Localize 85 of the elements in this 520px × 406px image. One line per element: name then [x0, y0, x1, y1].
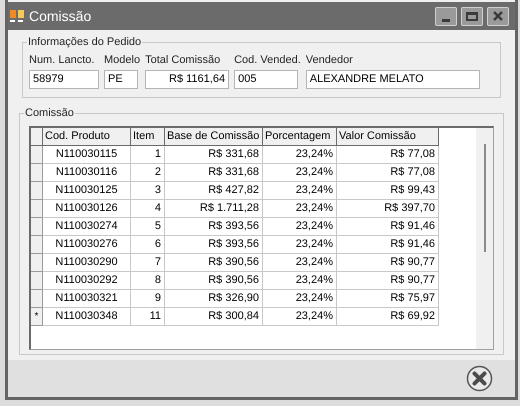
- table-cell: 6: [131, 236, 165, 254]
- window-title: Comissão: [29, 6, 92, 26]
- column-header[interactable]: Valor Comissão: [337, 128, 439, 146]
- table-cell: 23,24%: [263, 182, 337, 200]
- text-field[interactable]: R$ 1161,64: [145, 70, 230, 89]
- table-cell: 23,24%: [263, 254, 337, 272]
- row-indicator[interactable]: [31, 218, 43, 236]
- field-label: Total Comissão: [145, 53, 222, 67]
- table-cell: N110030321: [43, 290, 131, 308]
- table-cell: R$ 77,08: [337, 164, 439, 182]
- column-header[interactable]: Cod. Produto: [43, 128, 131, 146]
- row-indicator[interactable]: [31, 272, 43, 290]
- table-cell: 23,24%: [263, 218, 337, 236]
- table-cell: R$ 75,97: [337, 290, 439, 308]
- table-cell: 23,24%: [263, 272, 337, 290]
- table-cell: R$ 90,77: [337, 272, 439, 290]
- table-cell: N110030290: [43, 254, 131, 272]
- table-cell: R$ 427,82: [165, 182, 263, 200]
- table-cell: R$ 77,08: [337, 146, 439, 164]
- row-indicator[interactable]: [31, 200, 43, 218]
- row-indicator[interactable]: [31, 164, 43, 182]
- table-cell: 3: [131, 182, 165, 200]
- table-cell: 9: [131, 290, 165, 308]
- table-cell: 11: [131, 308, 165, 326]
- row-indicator[interactable]: *: [31, 308, 43, 326]
- table-cell: R$ 99,43: [337, 182, 439, 200]
- table-cell: N110030115: [43, 146, 131, 164]
- table-cell: R$ 331,68: [165, 146, 263, 164]
- table-cell: R$ 91,46: [337, 218, 439, 236]
- table-cell: N110030292: [43, 272, 131, 290]
- minimize-button[interactable]: [435, 6, 457, 26]
- table-cell: R$ 326,90: [165, 290, 263, 308]
- table-cell: 1: [131, 146, 165, 164]
- close-icon: [466, 365, 493, 392]
- table-cell: 8: [131, 272, 165, 290]
- table-cell: 4: [131, 200, 165, 218]
- table-cell: N110030276: [43, 236, 131, 254]
- table-cell: R$ 390,56: [165, 272, 263, 290]
- column-header[interactable]: Base de Comissão: [165, 128, 263, 146]
- field-label: Num. Lancto.: [29, 53, 96, 67]
- maximize-button[interactable]: [461, 6, 483, 26]
- row-indicator[interactable]: [31, 290, 43, 308]
- table-cell: R$ 91,46: [337, 236, 439, 254]
- field-label: Vendedor: [306, 53, 354, 67]
- table-cell: N110030116: [43, 164, 131, 182]
- table-cell: R$ 393,56: [165, 236, 263, 254]
- text-field[interactable]: 005: [234, 70, 298, 89]
- table-cell: 23,24%: [263, 290, 337, 308]
- row-indicator[interactable]: [31, 182, 43, 200]
- table-cell: 23,24%: [263, 236, 337, 254]
- table-cell: R$ 1.711,28: [165, 200, 263, 218]
- text-field[interactable]: 58979: [29, 70, 99, 89]
- table-cell: 23,24%: [263, 308, 337, 326]
- table-cell: R$ 397,70: [337, 200, 439, 218]
- group-title: Informações do Pedido: [27, 35, 142, 49]
- column-header[interactable]: Item: [131, 128, 165, 146]
- table-cell: 7: [131, 254, 165, 272]
- text-field[interactable]: PE: [104, 70, 138, 89]
- table-cell: R$ 90,77: [337, 254, 439, 272]
- table-cell: R$ 390,56: [165, 254, 263, 272]
- table-cell: R$ 331,68: [165, 164, 263, 182]
- close-button[interactable]: [487, 6, 509, 26]
- row-indicator[interactable]: [31, 254, 43, 272]
- row-indicator[interactable]: [31, 146, 43, 164]
- table-cell: 23,24%: [263, 200, 337, 218]
- row-indicator[interactable]: [31, 236, 43, 254]
- table-cell: N110030125: [43, 182, 131, 200]
- text-field[interactable]: ALEXANDRE MELATO: [306, 70, 480, 89]
- column-header[interactable]: Porcentagem: [263, 128, 337, 146]
- app-icon: [9, 8, 25, 24]
- table-cell: R$ 300,84: [165, 308, 263, 326]
- table-cell: 23,24%: [263, 146, 337, 164]
- table-cell: 23,24%: [263, 164, 337, 182]
- table-cell: N110030126: [43, 200, 131, 218]
- table-cell: R$ 69,92: [337, 308, 439, 326]
- table-cell: 2: [131, 164, 165, 182]
- close-icon-button[interactable]: [466, 365, 493, 392]
- scrollbar[interactable]: [476, 128, 493, 349]
- table-cell: N110030348: [43, 308, 131, 326]
- table-cell: R$ 393,56: [165, 218, 263, 236]
- table-cell: 5: [131, 218, 165, 236]
- field-label: Modelo: [104, 53, 140, 67]
- close-icon: [493, 11, 503, 21]
- field-label: Cod. Vended.: [234, 53, 301, 67]
- table-cell: N110030274: [43, 218, 131, 236]
